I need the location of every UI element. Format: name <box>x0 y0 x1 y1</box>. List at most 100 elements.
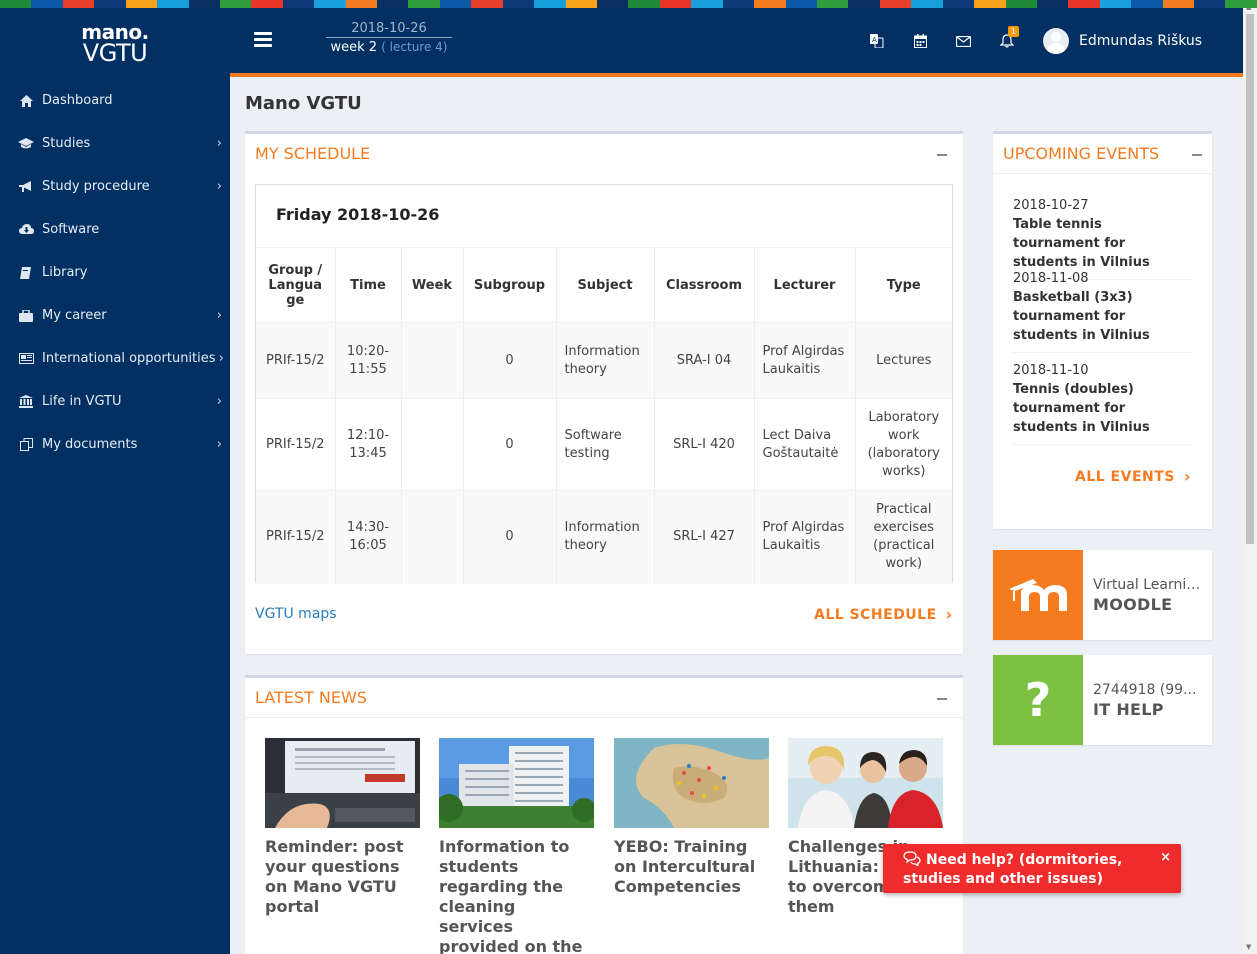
cell-type: Laboratory work (laboratory works) <box>854 398 952 491</box>
news-image-building[interactable] <box>439 738 594 828</box>
news-image-laptop[interactable] <box>265 738 420 828</box>
news-title[interactable]: Information to students regarding the cl… <box>439 837 594 954</box>
news-image-students[interactable] <box>788 738 943 828</box>
news-item[interactable]: Reminder: post your questions on Mano VG… <box>265 738 420 917</box>
column-header: Group / Langua ge <box>256 247 335 323</box>
news-item[interactable]: YEBO: Training on Intercultural Competen… <box>614 738 769 897</box>
event-date: 2018-11-08 <box>1013 271 1089 286</box>
help-popup[interactable]: Need help? (dormitories, studies and oth… <box>883 844 1181 893</box>
cell-lecturer: Prof Algirdas Laukaitis <box>753 322 855 399</box>
sidebar-item-life-in-vgtu[interactable]: Life in VGTU › <box>0 380 230 423</box>
bell-icon[interactable]: 1 <box>999 26 1019 49</box>
cell-group: PRIf-15/2 <box>256 322 335 399</box>
cell-classroom: SRL-I 420 <box>653 398 754 491</box>
vgtu-maps-link[interactable]: VGTU maps <box>255 606 337 622</box>
schedule-table: Group / Langua ge Time Week Subgroup Sub… <box>256 247 952 584</box>
cell-time: 14:30-16:05 <box>334 490 401 584</box>
chevron-right-icon: › <box>218 351 224 366</box>
news-item[interactable]: Information to students regarding the cl… <box>439 738 594 954</box>
event-item[interactable]: 2018-10-27 Table tennis tournament for s… <box>1013 196 1191 280</box>
all-schedule-link[interactable]: ALL SCHEDULE › <box>814 605 953 624</box>
column-header: Week <box>400 247 463 323</box>
news-image-map[interactable] <box>614 738 769 828</box>
cell-time: 10:20-11:55 <box>334 322 401 399</box>
cell-subject: Information theory <box>555 322 654 399</box>
news-title[interactable]: Reminder: post your questions on Mano VG… <box>265 837 420 917</box>
column-header: Lecturer <box>753 247 855 323</box>
scroll-down-icon[interactable]: ▼ <box>1246 943 1251 951</box>
logo-line1: mano. <box>81 19 149 44</box>
sidebar-item-study-procedure[interactable]: Study procedure › <box>0 165 230 208</box>
column-header: Subject <box>555 247 654 323</box>
scrollbar-thumb[interactable] <box>1246 14 1254 544</box>
help-text[interactable]: Need help? (dormitories, studies and oth… <box>903 851 1181 889</box>
moodle-tile[interactable]: Virtual Learning Environment MOODLE <box>993 550 1212 640</box>
all-events-link[interactable]: ALL EVENTS › <box>1075 467 1191 486</box>
schedule-day: Friday 2018-10-26 <box>276 205 440 224</box>
collapse-icon[interactable] <box>937 698 947 700</box>
sidebar-item-software[interactable]: Software <box>0 208 230 251</box>
cell-lecturer: Lect Daiva Goštautaitė <box>753 398 855 491</box>
logo[interactable]: mano. VGTU <box>0 0 230 75</box>
close-icon[interactable]: × <box>1160 850 1171 865</box>
chevron-right-icon: › <box>216 179 222 194</box>
user-name: Edmundas Riškus <box>1079 33 1203 49</box>
chevron-right-icon: › <box>216 437 222 452</box>
language-switch-icon[interactable]: A <box>869 33 885 49</box>
cell-subgroup: 0 <box>462 322 556 399</box>
newspaper-icon <box>18 352 34 366</box>
event-title: Table tennis tournament for students in … <box>1013 217 1150 270</box>
events-box: UPCOMING EVENTS 2018-10-27 Table tennis … <box>993 131 1212 529</box>
page-scrollbar[interactable]: ▲ ▼ <box>1243 0 1257 954</box>
news-title[interactable]: YEBO: Training on Intercultural Competen… <box>614 837 769 897</box>
cell-subgroup: 0 <box>462 398 556 491</box>
menu-toggle-icon[interactable] <box>254 32 272 48</box>
all-schedule-label: ALL SCHEDULE <box>814 606 937 623</box>
sidebar-item-my-career[interactable]: My career › <box>0 294 230 337</box>
moodle-text: Virtual Learning Environment MOODLE <box>1093 577 1205 614</box>
cell-week <box>400 490 463 584</box>
event-item[interactable]: 2018-11-08 Basketball (3x3) tournament f… <box>1013 269 1191 353</box>
user-menu[interactable]: Edmundas Riškus <box>1043 28 1202 54</box>
sidebar-item-library[interactable]: Library <box>0 251 230 294</box>
table-row: PRIf-15/2 12:10-13:45 0 Software testing… <box>256 398 952 491</box>
cell-time: 12:10-13:45 <box>334 398 401 491</box>
all-events-label: ALL EVENTS <box>1075 468 1175 485</box>
table-row: PRIf-15/2 10:20-11:55 0 Information theo… <box>256 322 952 399</box>
question-mark-icon: ? <box>993 655 1083 745</box>
event-item[interactable]: 2018-11-10 Tennis (doubles) tournament f… <box>1013 361 1191 445</box>
cell-group: PRIf-15/2 <box>256 490 335 584</box>
sidebar-item-international[interactable]: International opportunities › <box>0 337 230 380</box>
schedule-panel: Friday 2018-10-26 Group / Langua ge Time… <box>255 184 953 584</box>
it-help-tile[interactable]: ? 2744918 (99... IT HELP <box>993 655 1212 745</box>
events-box-title: UPCOMING EVENTS <box>1003 144 1160 163</box>
cell-subject: Software testing <box>555 398 654 491</box>
sidebar-item-studies[interactable]: Studies › <box>0 122 230 165</box>
sidebar-item-my-documents[interactable]: My documents › <box>0 423 230 466</box>
sidebar-item-label: International opportunities <box>42 351 216 366</box>
envelope-icon[interactable] <box>955 33 971 49</box>
chevron-right-icon: › <box>945 605 953 624</box>
it-help-text: 2744918 (99... IT HELP <box>1093 682 1205 719</box>
event-title: Tennis (doubles) tournament for students… <box>1013 382 1150 435</box>
collapse-icon[interactable] <box>937 154 947 156</box>
notification-badge: 1 <box>1008 26 1019 37</box>
current-week: week 2 ( lecture 4) <box>326 40 452 55</box>
sidebar-item-label: Studies <box>42 136 91 151</box>
schedule-box-title: MY SCHEDULE <box>255 144 371 163</box>
cell-subject: Information theory <box>555 490 654 584</box>
sidebar-item-label: Library <box>42 265 88 280</box>
bullhorn-icon <box>18 180 34 194</box>
lecture-label: ( lecture 4) <box>381 40 448 54</box>
sidebar-item-dashboard[interactable]: Dashboard <box>0 79 230 122</box>
column-header: Subgroup <box>462 247 556 323</box>
news-box-title: LATEST NEWS <box>255 688 367 707</box>
collapse-icon[interactable] <box>1192 154 1202 156</box>
calendar-icon[interactable] <box>912 33 928 49</box>
moodle-title: MOODLE <box>1093 595 1173 614</box>
book-icon <box>18 266 34 280</box>
svg-text:A: A <box>872 36 877 44</box>
current-date-week: 2018-10-26 week 2 ( lecture 4) <box>326 21 452 55</box>
table-header-row: Group / Langua ge Time Week Subgroup Sub… <box>256 247 952 323</box>
sidebar-item-label: Dashboard <box>42 93 113 108</box>
